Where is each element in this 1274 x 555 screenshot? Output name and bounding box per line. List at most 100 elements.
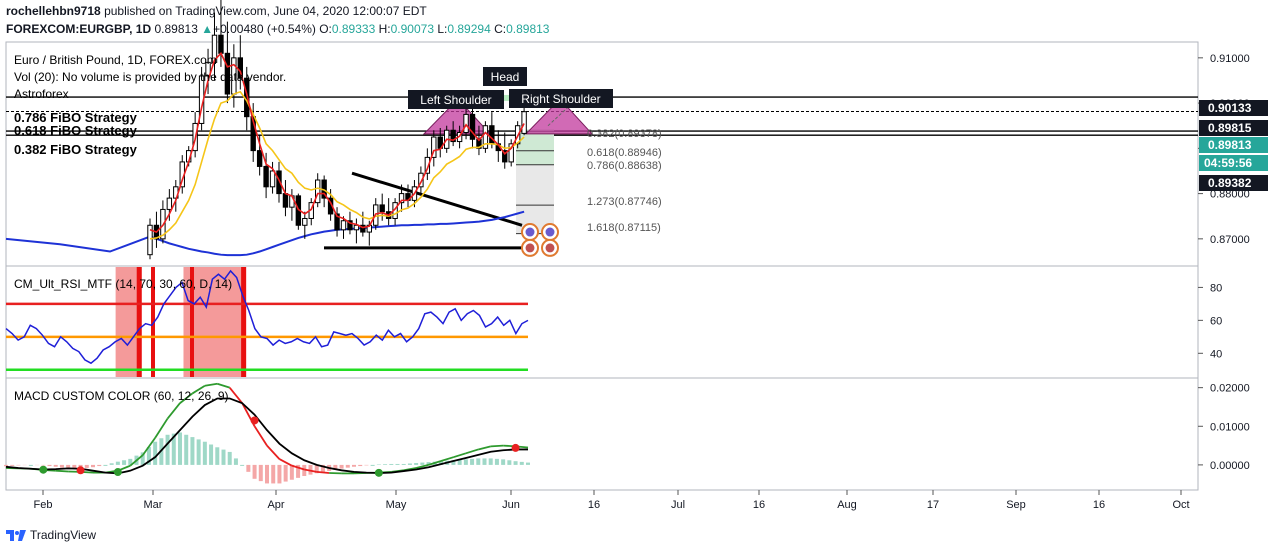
time-axis-label: Apr <box>267 499 284 511</box>
macd-histogram-bar <box>91 464 95 468</box>
macd-histogram-bar <box>289 464 294 480</box>
rsi-axis-label: 40 <box>1210 348 1222 360</box>
countdown-label: 04:59:56 <box>1199 155 1268 171</box>
astro-event-icon-core <box>545 227 555 237</box>
macd-histogram-bar <box>97 464 102 467</box>
macd-histogram-bar <box>215 447 220 465</box>
macd-signal-line <box>279 458 293 467</box>
macd-signal-line <box>204 382 218 387</box>
macd-line <box>5 397 528 475</box>
macd-histogram-bar <box>339 464 344 469</box>
price-label-2: 0.89815 <box>1199 120 1268 136</box>
fibo-label-618: 0.618 FiBO Strategy <box>14 123 138 138</box>
candle-body <box>379 204 385 213</box>
macd-histogram-bar <box>184 434 189 465</box>
macd-histogram-bar <box>28 464 33 466</box>
macd-histogram-bar <box>420 462 425 465</box>
macd-histogram-bar <box>246 464 251 472</box>
macd-histogram-bar <box>345 464 350 468</box>
macd-histogram-bar <box>513 461 518 465</box>
candle-body <box>489 125 495 145</box>
price-axis-label: 0.91000 <box>1210 53 1250 65</box>
macd-histogram-bar <box>358 464 363 467</box>
legend-volume: Vol (20): No volume is provided by the d… <box>14 70 286 84</box>
macd-cross-dot <box>39 465 48 474</box>
left-shoulder-label: Left Shoulder <box>420 93 491 107</box>
price-label-2-text: 0.89815 <box>1208 121 1252 135</box>
rsi-axis-label: 80 <box>1210 282 1222 294</box>
macd-cross-dot <box>76 466 85 475</box>
macd-histogram-bar <box>389 463 394 465</box>
head-label: Head <box>491 70 520 84</box>
astro-event-icon-core <box>525 227 535 237</box>
price-label-3-text: 0.89813 <box>1208 138 1252 152</box>
time-axis-label: Oct <box>1172 499 1189 511</box>
macd-histogram-bar <box>10 464 15 466</box>
macd-histogram-bar <box>352 464 356 467</box>
rsi-title: CM_Ult_RSI_MTF (14, 70, 30, 60, D, 14) <box>14 277 232 291</box>
macd-histogram-bar <box>59 464 64 468</box>
macd-histogram-bar <box>283 464 288 482</box>
time-axis-label: 16 <box>588 499 600 511</box>
time-axis-label: Jul <box>671 499 685 511</box>
right-shoulder-label: Right Shoulder <box>521 92 600 106</box>
price-label-1: 0.90133 <box>1199 100 1268 116</box>
macd-axis-label: 0.02000 <box>1210 383 1250 395</box>
fib-level-382: 0.382(0.89378) <box>587 128 662 140</box>
candle-body <box>166 197 173 210</box>
countdown-label-text: 04:59:56 <box>1204 156 1252 170</box>
macd-histogram-bar <box>221 449 226 465</box>
macd-histogram-bar <box>209 444 214 465</box>
fib-retracement-zone <box>516 129 554 165</box>
macd-histogram-bar <box>227 451 232 465</box>
macd-cross-dot <box>250 416 259 425</box>
macd-histogram-bar <box>501 459 506 465</box>
tradingview-branding[interactable]: TradingView <box>6 528 96 542</box>
rsi-axis-label: 60 <box>1210 315 1222 327</box>
candle-body <box>282 193 289 208</box>
macd-signal-line <box>266 444 281 460</box>
macd-histogram-bar <box>494 458 499 465</box>
macd-axis-label: 0.00000 <box>1210 460 1250 472</box>
macd-histogram-bar <box>470 458 475 465</box>
macd-histogram-bar <box>401 463 406 465</box>
macd-histogram-bar <box>53 464 58 467</box>
fib-level-1273: 1.273(0.87746) <box>587 196 662 208</box>
macd-histogram-bar <box>463 459 468 465</box>
price-label-5-text: 0.89382 <box>1208 176 1252 190</box>
macd-histogram-bar <box>383 464 388 465</box>
price-axis-label: 0.87000 <box>1210 234 1250 246</box>
macd-histogram-bar <box>190 437 195 465</box>
macd-histogram-bar <box>178 432 182 465</box>
macd-histogram-bar <box>277 464 282 484</box>
macd-histogram-bar <box>507 460 512 465</box>
macd-histogram-bar <box>265 464 269 484</box>
tradingview-wordmark: TradingView <box>30 528 97 542</box>
fibo-label-382: 0.382 FiBO Strategy <box>14 142 138 157</box>
chart-canvas[interactable]: 0.910000.900000.890000.880000.8700080604… <box>0 0 1274 555</box>
macd-histogram-bar <box>488 458 493 465</box>
macd-histogram-bar <box>258 464 263 482</box>
rsi-overbought-bar <box>241 267 247 377</box>
candle-body <box>302 217 308 226</box>
macd-signal-line <box>217 382 230 389</box>
macd-histogram-bar <box>476 458 481 465</box>
time-axis-label: May <box>386 499 407 511</box>
candle-body <box>218 34 224 54</box>
macd-histogram-bar <box>115 461 120 465</box>
price-label-5: 0.89382 <box>1199 175 1268 191</box>
macd-histogram-bar <box>407 463 412 465</box>
fib-level-786: 0.786(0.88638) <box>587 160 662 172</box>
macd-histogram-bar <box>109 463 114 465</box>
tradingview-logo-icon <box>6 530 26 541</box>
macd-cross-dot <box>511 443 520 452</box>
macd-histogram-bar <box>240 464 245 466</box>
macd-histogram-bar <box>519 461 524 465</box>
time-axis-label: Sep <box>1006 499 1026 511</box>
macd-histogram-bar <box>202 441 207 465</box>
macd-signal-line <box>316 470 330 474</box>
candle-body <box>263 165 269 188</box>
macd-histogram-bar <box>153 441 158 465</box>
macd-histogram-bar <box>252 464 257 479</box>
time-axis-label: Aug <box>837 499 857 511</box>
